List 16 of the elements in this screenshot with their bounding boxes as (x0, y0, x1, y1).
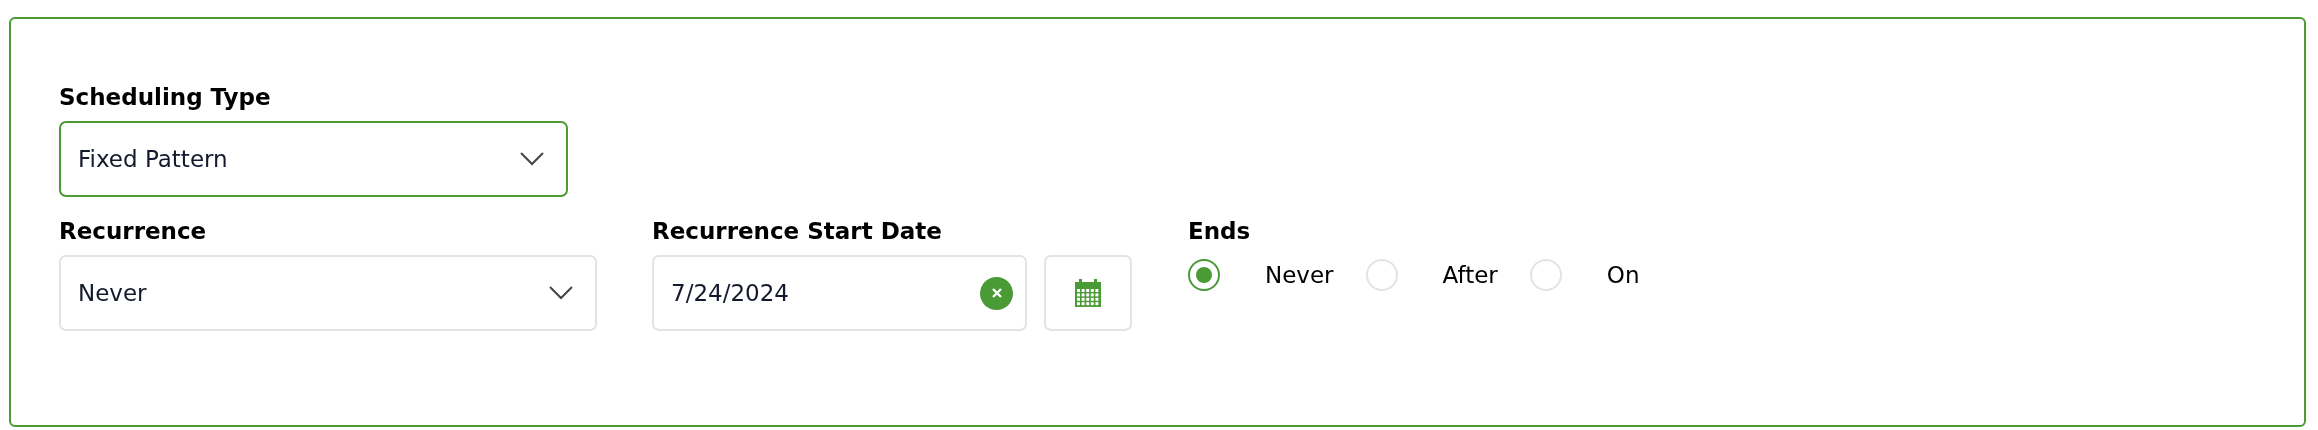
chevron-down-icon (549, 286, 573, 300)
field-label: Recurrence Start Date (652, 217, 943, 245)
radio-button[interactable] (1188, 259, 1220, 291)
radio-label: Never (1265, 262, 1334, 288)
radio-label: After (1442, 262, 1498, 288)
field-label: Recurrence (59, 217, 208, 245)
clear-icon[interactable] (980, 276, 1013, 310)
calendar-icon (1075, 279, 1101, 307)
select-field[interactable]: Never (59, 255, 597, 331)
field-label: Scheduling Type (59, 83, 272, 111)
field-label: Ends (1188, 217, 1252, 245)
chevron-down-icon (520, 152, 544, 166)
select-field[interactable]: Fixed Pattern (59, 121, 568, 197)
date-field[interactable]: 7/24/2024 (652, 255, 1027, 331)
radio-label: On (1606, 262, 1640, 288)
calendar-button[interactable] (1044, 255, 1132, 331)
